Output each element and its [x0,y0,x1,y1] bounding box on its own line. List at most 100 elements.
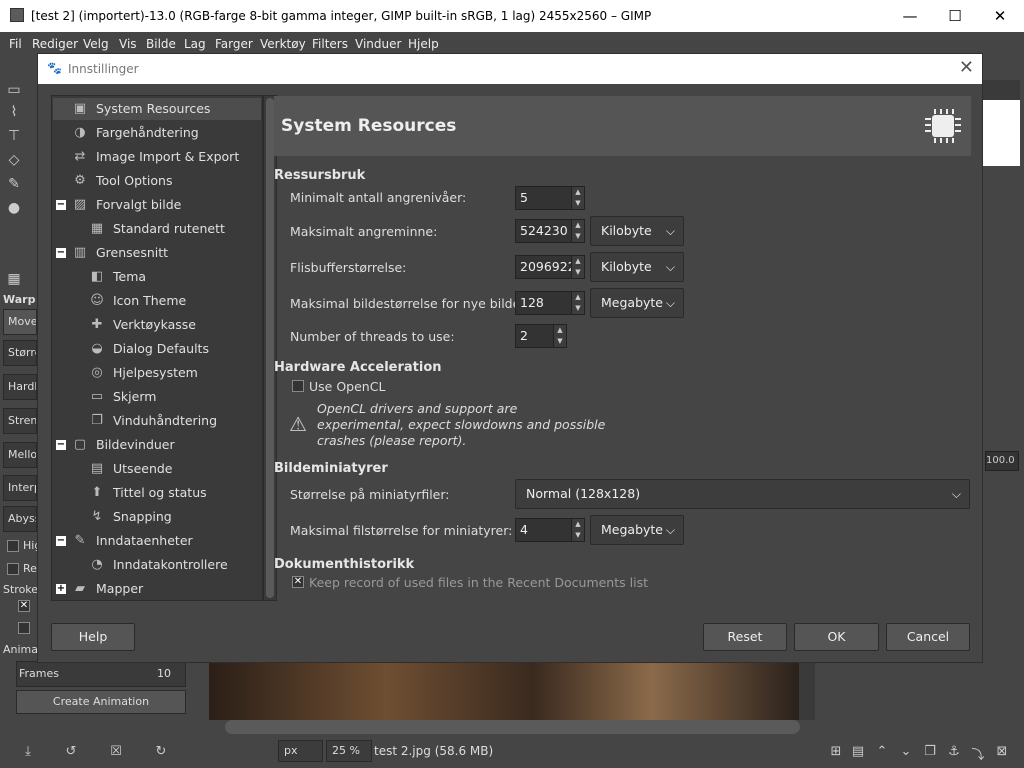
menu-help[interactable]: Hjelp [408,37,439,51]
new-layer-icon[interactable]: ⊞ [828,744,844,760]
delete-layer-icon[interactable]: ⊠ [994,744,1010,760]
lower-layer-icon[interactable]: ⌄ [898,744,914,760]
use-opencl-checkbox[interactable] [292,380,304,392]
menu-view[interactable]: Vis [119,37,137,51]
close-window-button[interactable]: ✕ [980,5,1020,27]
raise-layer-icon[interactable]: ⌃ [874,744,890,760]
maximize-button[interactable]: ☐ [935,5,975,27]
collapse-icon[interactable]: − [56,248,66,258]
abyss-select[interactable]: Abyss [3,506,37,532]
nav-item-icon-theme[interactable]: ☺ Icon Theme [53,290,261,312]
spinner-arrows-icon[interactable]: ▲ ▼ [571,187,584,209]
high-quality-checkbox[interactable] [7,540,19,552]
nav-item-image[interactable]: − ▨ Forvalgt bilde [53,194,261,216]
crop-icon[interactable]: ⊤ [5,128,23,146]
tile-cache-unit-select[interactable]: Kilobyte ⌵ [590,252,684,282]
menu-edit[interactable]: Rediger [32,37,78,51]
nav-item-chip[interactable]: ▣ System Resources [53,98,261,120]
stroke-checkbox-2[interactable] [18,622,30,634]
nav-item-color[interactable]: ◑ Fargehåndtering [53,122,261,144]
rect-select-icon[interactable]: ▭ [5,82,23,100]
unit-select[interactable]: px [278,740,323,762]
duplicate-layer-icon[interactable]: ❐ [922,744,938,760]
menu-filters[interactable]: Filters [312,37,348,51]
size-slider[interactable]: Størrel [3,340,37,366]
free-select-icon[interactable]: ⌇ [5,104,23,122]
ok-button[interactable]: OK [794,623,879,651]
stroke-checkbox[interactable]: ✕ [18,600,30,612]
help-button[interactable]: Help [51,623,135,651]
hardness-slider[interactable]: Hardhe [3,374,37,400]
nav-item-dialog-defaults[interactable]: ◒ Dialog Defaults [53,338,261,360]
nav-item-tool-options[interactable]: ⚙ Tool Options [53,170,261,192]
menu-colors[interactable]: Farger [215,37,253,51]
thumb-max-spinner[interactable]: 4 ▲ ▼ [515,518,585,542]
nav-item-grid[interactable]: ▦ Standard rutenett [53,218,261,240]
new-layer-group-icon[interactable]: ▤ [850,744,866,760]
spinner-arrows-icon[interactable]: ▲ ▼ [553,325,566,347]
image-canvas[interactable] [209,660,799,720]
nav-item-folders[interactable]: + ▰ Mapper [53,578,261,600]
spinner-arrows-icon[interactable]: ▲ ▼ [571,256,584,278]
delete-options-icon[interactable]: ☒ [108,744,124,760]
reset-options-icon[interactable]: ↻ [153,744,169,760]
thumb-size-select[interactable]: Normal (128x128) ⌵ [515,479,970,509]
nav-item-import[interactable]: ⇄ Image Import & Export [53,146,261,168]
nav-item-theme[interactable]: ◧ Tema [53,266,261,288]
realtime-checkbox[interactable] [7,563,19,575]
threads-spinner[interactable]: 2 ▲ ▼ [515,324,567,348]
collapse-icon[interactable]: − [56,200,66,210]
nav-item-appearance[interactable]: ▤ Utseende [53,458,261,480]
canvas-hscroll[interactable] [225,720,800,734]
collapse-icon[interactable]: − [56,536,66,546]
recent-docs-checkbox[interactable]: ✕ [292,576,304,588]
menu-windows[interactable]: Vinduer [355,37,401,51]
nav-item-toolbox[interactable]: ✚ Verktøykasse [53,314,261,336]
strength-slider[interactable]: Streng [3,408,37,434]
nav-item-display[interactable]: ▭ Skjerm [53,386,261,408]
restore-options-icon[interactable]: ↺ [63,744,79,760]
menu-image[interactable]: Bilde [146,37,176,51]
nav-item-input-devices[interactable]: − ✎ Inndataenheter [53,530,261,552]
spinner-arrows-icon[interactable]: ▲ ▼ [571,220,584,242]
spacing-slider[interactable]: Mellom [3,442,37,468]
anchor-layer-icon[interactable]: ⚓ [946,744,962,760]
nav-item-title-status[interactable]: ⬆ Tittel og status [53,482,261,504]
zoom-select[interactable]: 25 % [326,740,372,762]
max-undo-mem-spinner[interactable]: 524230 ▲ ▼ [515,219,585,243]
nav-item-input-controllers[interactable]: ◔ Inndatakontrollere [53,554,261,576]
cancel-button[interactable]: Cancel [886,623,970,651]
merge-layer-icon[interactable]: ⤵ [970,744,986,763]
thumb-max-unit-select[interactable]: Megabyte ⌵ [590,515,684,545]
collapse-icon[interactable]: − [56,440,66,450]
menu-tools[interactable]: Verktøy [260,37,306,51]
nav-item-window-management[interactable]: ❐ Vinduhåndtering [53,410,261,432]
canvas-vscroll[interactable] [799,660,815,720]
minimize-button[interactable]: — [890,5,930,27]
max-undo-mem-unit-select[interactable]: Kilobyte ⌵ [590,216,684,246]
min-undo-spinner[interactable]: 5 ▲ ▼ [515,186,585,210]
menu-select[interactable]: Velg [83,37,109,51]
dialog-close-button[interactable]: ✕ [959,57,974,78]
max-image-spinner[interactable]: 128 ▲ ▼ [515,291,585,315]
menu-file[interactable]: Fil [9,37,22,51]
max-image-unit-select[interactable]: Megabyte ⌵ [590,288,684,318]
frames-spinner[interactable]: Frames 10 [16,661,186,687]
expand-icon[interactable]: + [56,584,66,594]
tool-options-tab-icon[interactable]: ▦ [5,271,23,289]
nav-item-snapping[interactable]: ↯ Snapping [53,506,261,528]
spinner-arrows-icon[interactable]: ▲ ▼ [571,292,584,314]
nav-scroll-thumb[interactable] [266,98,274,598]
eraser-icon[interactable]: ✎ [5,176,23,194]
tile-cache-spinner[interactable]: 2096922 ▲ ▼ [515,255,585,279]
right-dock-tabs[interactable] [983,80,1020,100]
nav-item-interface[interactable]: − ▥ Grensesnitt [53,242,261,264]
transform-icon[interactable]: ◇ [5,152,23,170]
dodge-icon[interactable]: ● [5,200,23,218]
nav-item-help-system[interactable]: ◎ Hjelpesystem [53,362,261,384]
interpolation-select[interactable]: Interp [3,475,37,501]
spinner-arrows-icon[interactable]: ▲ ▼ [571,519,584,541]
save-options-icon[interactable]: ⤓ [20,744,36,760]
warp-mode-select[interactable]: Move [3,309,37,335]
menu-layer[interactable]: Lag [184,37,206,51]
